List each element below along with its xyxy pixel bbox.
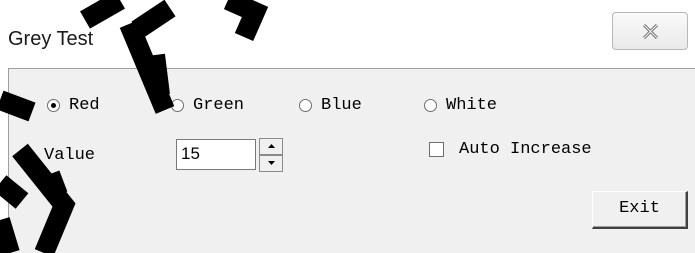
- window-title: Grey Test: [8, 28, 94, 50]
- value-input[interactable]: 15: [176, 139, 256, 170]
- value-label: Value: [44, 146, 96, 165]
- radio-red-indicator: [47, 99, 60, 112]
- radio-green[interactable]: Green: [171, 96, 244, 115]
- auto-increase-checkbox[interactable]: Auto Increase: [429, 140, 592, 159]
- radio-green-label: Green: [193, 96, 245, 115]
- spinner-down-button[interactable]: [259, 155, 283, 172]
- value-spinner[interactable]: [259, 138, 283, 172]
- exit-button[interactable]: Exit: [592, 191, 688, 229]
- close-button[interactable]: [612, 12, 688, 50]
- auto-increase-label: Auto Increase: [459, 140, 592, 159]
- spinner-down-arrow-icon: [268, 161, 275, 165]
- spinner-up-button[interactable]: [259, 138, 283, 155]
- radio-white-indicator: [424, 99, 437, 112]
- radio-green-indicator: [171, 99, 184, 112]
- radio-white-label: White: [446, 96, 498, 115]
- dialog-client-area: Red Green Blue White Value 15 Auto Incre…: [8, 68, 695, 253]
- auto-increase-checkbox-box: [429, 142, 444, 157]
- radio-blue-label: Blue: [321, 96, 362, 115]
- radio-blue[interactable]: Blue: [299, 96, 362, 115]
- radio-white[interactable]: White: [424, 96, 497, 115]
- spinner-up-arrow-icon: [268, 144, 275, 148]
- radio-red[interactable]: Red: [47, 96, 100, 115]
- title-bar[interactable]: Grey Test: [0, 0, 695, 66]
- radio-blue-indicator: [299, 99, 312, 112]
- grey-test-window: Grey Test Red Green Blue White Value 15: [0, 0, 695, 253]
- close-x-icon: [642, 24, 659, 39]
- radio-red-label: Red: [69, 96, 100, 115]
